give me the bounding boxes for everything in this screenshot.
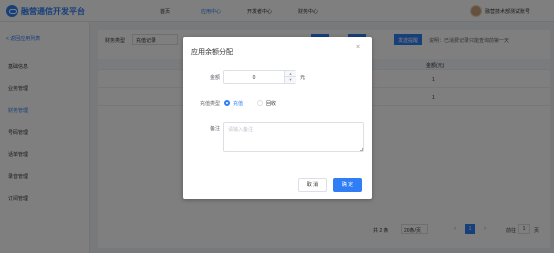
remark-label: 备注 <box>209 126 220 132</box>
radio-reclaim[interactable] <box>257 100 263 106</box>
remark-textarea[interactable]: 请输入备注 <box>223 122 364 152</box>
amount-value[interactable]: 0 <box>224 75 284 81</box>
confirm-button[interactable]: 确 定 <box>333 178 362 192</box>
resize-handle-icon[interactable] <box>360 148 363 151</box>
dialog-title: 应用余额分配 <box>191 49 233 56</box>
amount-unit: 元 <box>300 75 306 81</box>
amount-label: 金额 <box>209 75 220 81</box>
recharge-type-label: 充值类型 <box>199 101 220 107</box>
radio-recharge[interactable] <box>224 100 230 106</box>
balance-allocation-dialog: 应用余额分配 × 金额 0 ▲ ▼ 元 充值类型 充值 回收 备注 请输入备注 … <box>183 37 372 199</box>
close-icon[interactable]: × <box>356 44 360 51</box>
amount-input[interactable]: 0 ▲ ▼ <box>223 70 296 84</box>
radio-recharge-label[interactable]: 充值 <box>233 100 243 107</box>
cancel-button[interactable]: 取 消 <box>298 178 327 192</box>
decrement-icon[interactable]: ▼ <box>284 77 296 83</box>
radio-reclaim-label[interactable]: 回收 <box>266 100 276 107</box>
